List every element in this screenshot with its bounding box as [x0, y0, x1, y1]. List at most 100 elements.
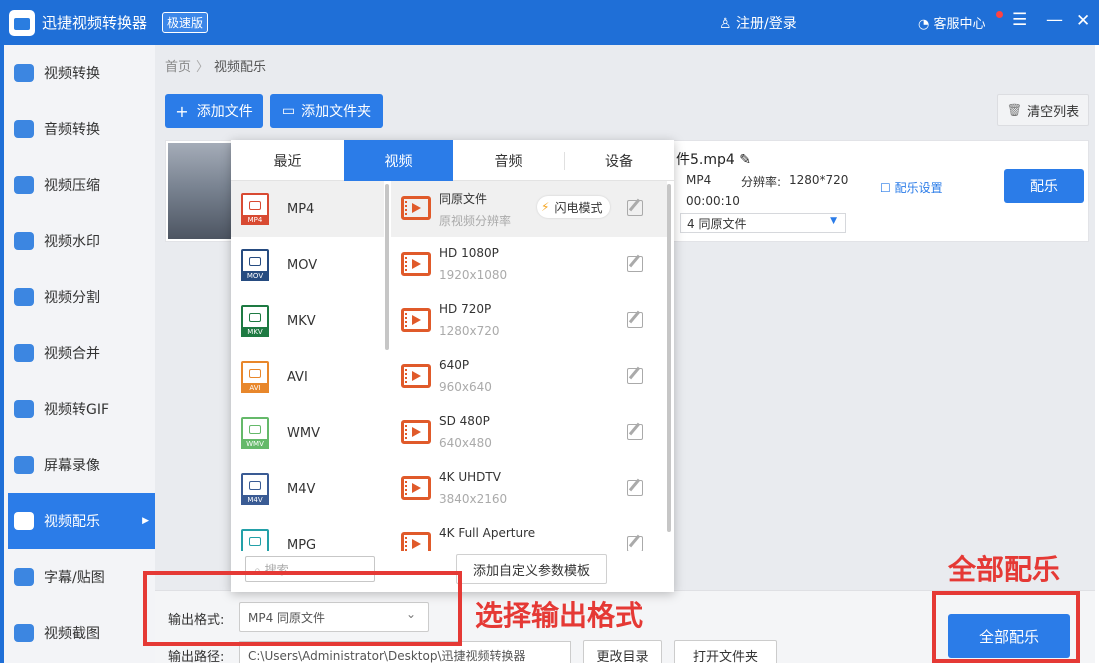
music-button[interactable]: 配乐 [1004, 169, 1084, 203]
sidebar-item-4[interactable]: 视频水印 [8, 213, 159, 269]
resolution-item-4[interactable]: 640P 960x640 [391, 349, 667, 405]
edit-icon[interactable] [627, 312, 643, 328]
format-item-6[interactable]: M4V M4V [231, 461, 384, 517]
audio-convert-icon [14, 120, 34, 138]
format-item-3[interactable]: MKV MKV [231, 293, 384, 349]
format-tag: MOV [241, 271, 269, 281]
format-label: MOV [287, 257, 318, 273]
edit-icon[interactable] [627, 368, 643, 384]
breadcrumb-separator: 〉 [196, 60, 210, 75]
breadcrumb-home[interactable]: 首页 [165, 60, 191, 75]
resolution-name: 4K UHDTV [439, 470, 501, 484]
sidebar-item-10[interactable]: 字幕/贴图 [8, 549, 159, 605]
camera-glyph-icon [249, 201, 261, 210]
sidebar-item-3[interactable]: 视频压缩 [8, 157, 159, 213]
rename-icon[interactable]: ✎ [739, 152, 751, 168]
format-list-scrollbar[interactable] [385, 184, 389, 350]
film-icon [401, 476, 431, 500]
sidebar-item-9[interactable]: 视频配乐 ▶ [8, 493, 159, 549]
edit-icon[interactable] [627, 424, 643, 440]
tab-2[interactable]: 视频 [344, 140, 453, 181]
edit-icon[interactable] [627, 256, 643, 272]
menu-icon[interactable]: ☰ [1012, 10, 1027, 30]
trash-icon: 🗑 [1006, 103, 1023, 117]
tab-3[interactable]: 音频 [453, 140, 564, 181]
sidebar-item-6[interactable]: 视频合并 [8, 325, 159, 381]
camera-glyph-icon [249, 481, 261, 490]
film-icon [401, 532, 431, 551]
format-tabs: 最近 视频 音频 设备 [231, 140, 674, 181]
sidebar-item-8[interactable]: 屏幕录像 [8, 437, 159, 493]
sidebar-item-1[interactable]: 视频转换 [8, 45, 159, 101]
title-bar: 迅捷视频转换器 极速版 ♙ 注册/登录 ◔ 客服中心 ☰ — ✕ [0, 0, 1099, 45]
tab-1[interactable]: 最近 [231, 140, 344, 181]
flash-mode-badge[interactable]: ⚡ 闪电模式 [537, 196, 611, 218]
resolution-item-5[interactable]: SD 480P 640x480 [391, 405, 667, 461]
sidebar-item-7[interactable]: 视频转GIF [8, 381, 159, 437]
sidebar-item-11[interactable]: 视频截图 [8, 605, 159, 661]
add-custom-template-button[interactable]: 添加自定义参数模板 [456, 554, 607, 584]
format-label: MPG [287, 537, 317, 552]
sidebar-item-2[interactable]: 音频转换 [8, 101, 159, 157]
tab-4[interactable]: 设备 [564, 140, 674, 181]
format-label: M4V [287, 481, 316, 497]
camera-glyph-icon [249, 369, 261, 378]
format-label: WMV [287, 425, 320, 441]
video-convert-icon [14, 64, 34, 82]
edit-icon[interactable] [627, 200, 643, 216]
flash-mode-label: 闪电模式 [554, 200, 603, 215]
caret-right-icon: ▶ [142, 516, 149, 526]
format-item-7[interactable]: MPG MPG [231, 517, 384, 551]
add-file-button[interactable]: + 添加文件 [165, 94, 263, 128]
format-tag: MKV [241, 327, 269, 337]
resolution-list-scrollbar[interactable] [667, 184, 671, 532]
resolution-item-1[interactable]: 同原文件 原视频分辨率 ⚡ 闪电模式 [391, 181, 667, 237]
resolution-size: 1280x720 [439, 324, 500, 338]
resolution-size: 1920x1080 [439, 268, 508, 282]
open-folder-button[interactable]: 打开文件夹 [674, 640, 777, 663]
clear-list-button[interactable]: 🗑 清空列表 [997, 94, 1089, 126]
file-duration: 00:00:10 [686, 194, 740, 208]
edit-icon[interactable] [627, 480, 643, 496]
resolution-size: 960x640 [439, 380, 492, 394]
add-folder-button[interactable]: ▭ 添加文件夹 [270, 94, 383, 128]
app-title: 迅捷视频转换器 [42, 14, 148, 32]
format-popup: 最近 视频 音频 设备 MP4 MP4 MOV MOV MKV MKV AVI AVI WMV WMV M… [231, 140, 674, 592]
login-button[interactable]: ♙ 注册/登录 [719, 13, 797, 33]
format-label: MP4 [287, 201, 315, 217]
format-item-2[interactable]: MOV MOV [231, 237, 384, 293]
app-logo-icon [9, 10, 35, 36]
breadcrumb: 首页〉视频配乐 [165, 56, 266, 75]
file-resolution: 1280*720 [789, 173, 849, 187]
camera-glyph-icon [249, 257, 261, 266]
caret-down-icon: ▼ [830, 216, 837, 226]
sidebar: 视频转换音频转换视频压缩 视频水印 视频分割 视频合并 视频转GIF 屏幕录像 视频配乐 ▶ 字… [0, 45, 159, 663]
minimize-icon[interactable]: — [1046, 10, 1063, 30]
format-item-5[interactable]: WMV WMV [231, 405, 384, 461]
file-format-icon: WMV [241, 417, 269, 449]
close-icon[interactable]: ✕ [1076, 11, 1090, 31]
annotation-all-music: 全部配乐 [948, 553, 1061, 586]
file-name-text: 件5.mp4 [676, 152, 735, 168]
sidebar-item-label: 音频转换 [44, 122, 100, 138]
resolution-item-3[interactable]: HD 720P 1280x720 [391, 293, 667, 349]
sidebar-item-5[interactable]: 视频分割 [8, 269, 159, 325]
change-directory-button[interactable]: 更改目录 [583, 640, 662, 663]
notification-dot [996, 11, 1003, 18]
file-format-select[interactable]: 4 同原文件 ▼ [680, 213, 846, 233]
music-setting-link[interactable]: ☐ 配乐设置 [880, 179, 943, 196]
customer-service-button[interactable]: ◔ 客服中心 [918, 13, 986, 32]
edit-icon[interactable] [627, 536, 643, 551]
format-tag: WMV [241, 439, 269, 449]
format-item-4[interactable]: AVI AVI [231, 349, 384, 405]
format-label: AVI [287, 369, 308, 385]
resolution-item-2[interactable]: HD 1080P 1920x1080 [391, 237, 667, 293]
annotation-select-format: 选择输出格式 [475, 599, 644, 632]
annotation-box-all-music [932, 591, 1080, 663]
file-format-select-value: 4 同原文件 [687, 217, 747, 231]
format-tag: M4V [241, 495, 269, 505]
record-icon [14, 456, 34, 474]
resolution-item-6[interactable]: 4K UHDTV 3840x2160 [391, 461, 667, 517]
resolution-item-7[interactable]: 4K Full Aperture [391, 517, 667, 551]
format-item-1[interactable]: MP4 MP4 [231, 181, 384, 237]
